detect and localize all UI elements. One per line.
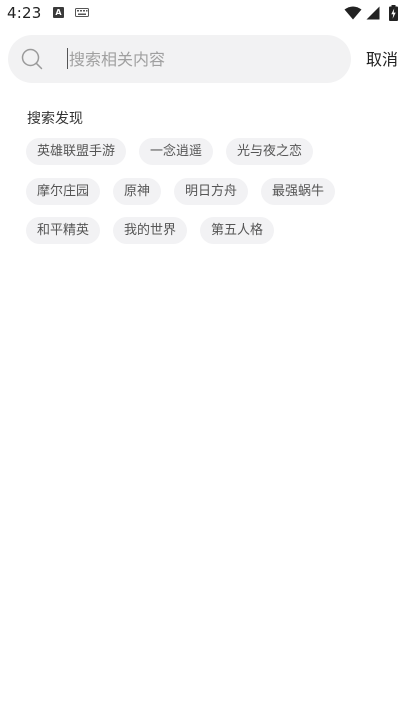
status-bar: 4:23 A: [0, 0, 405, 28]
discover-tag[interactable]: 原神: [113, 177, 162, 205]
cancel-button[interactable]: 取消: [366, 46, 398, 70]
text-caret: [67, 48, 68, 69]
search-icon: [21, 48, 43, 70]
discover-tag[interactable]: 一念逍遥: [139, 138, 214, 165]
discover-tag[interactable]: 英雄联盟手游: [26, 138, 127, 165]
battery-icon: [389, 5, 398, 21]
wifi-icon: [344, 6, 362, 20]
discover-title: 搜索发现: [27, 111, 83, 127]
signal-icon: [366, 6, 380, 20]
discover-tag[interactable]: 最强蜗牛: [261, 177, 336, 205]
discover-tag[interactable]: 第五人格: [200, 217, 275, 244]
discover-tag[interactable]: 和平精英: [26, 217, 101, 244]
search-box[interactable]: [8, 35, 351, 83]
discover-tag[interactable]: 我的世界: [113, 217, 188, 244]
tag-row: 英雄联盟手游 一念逍遥 光与夜之恋: [26, 138, 396, 165]
tag-row: 和平精英 我的世界 第五人格: [26, 217, 396, 244]
keyboard-icon: [75, 8, 89, 17]
status-time: 4:23: [7, 4, 42, 22]
tag-row: 摩尔庄园 原神 明日方舟 最强蜗牛: [26, 177, 396, 205]
discover-tag[interactable]: 光与夜之恋: [226, 138, 314, 165]
discover-tag[interactable]: 摩尔庄园: [26, 177, 101, 205]
discover-tag[interactable]: 明日方舟: [174, 177, 249, 205]
search-input[interactable]: [60, 35, 349, 83]
font-a-icon: A: [53, 7, 64, 18]
discover-tags: 英雄联盟手游 一念逍遥 光与夜之恋 摩尔庄园 原神 明日方舟 最强蜗牛 和平精英…: [26, 138, 396, 257]
